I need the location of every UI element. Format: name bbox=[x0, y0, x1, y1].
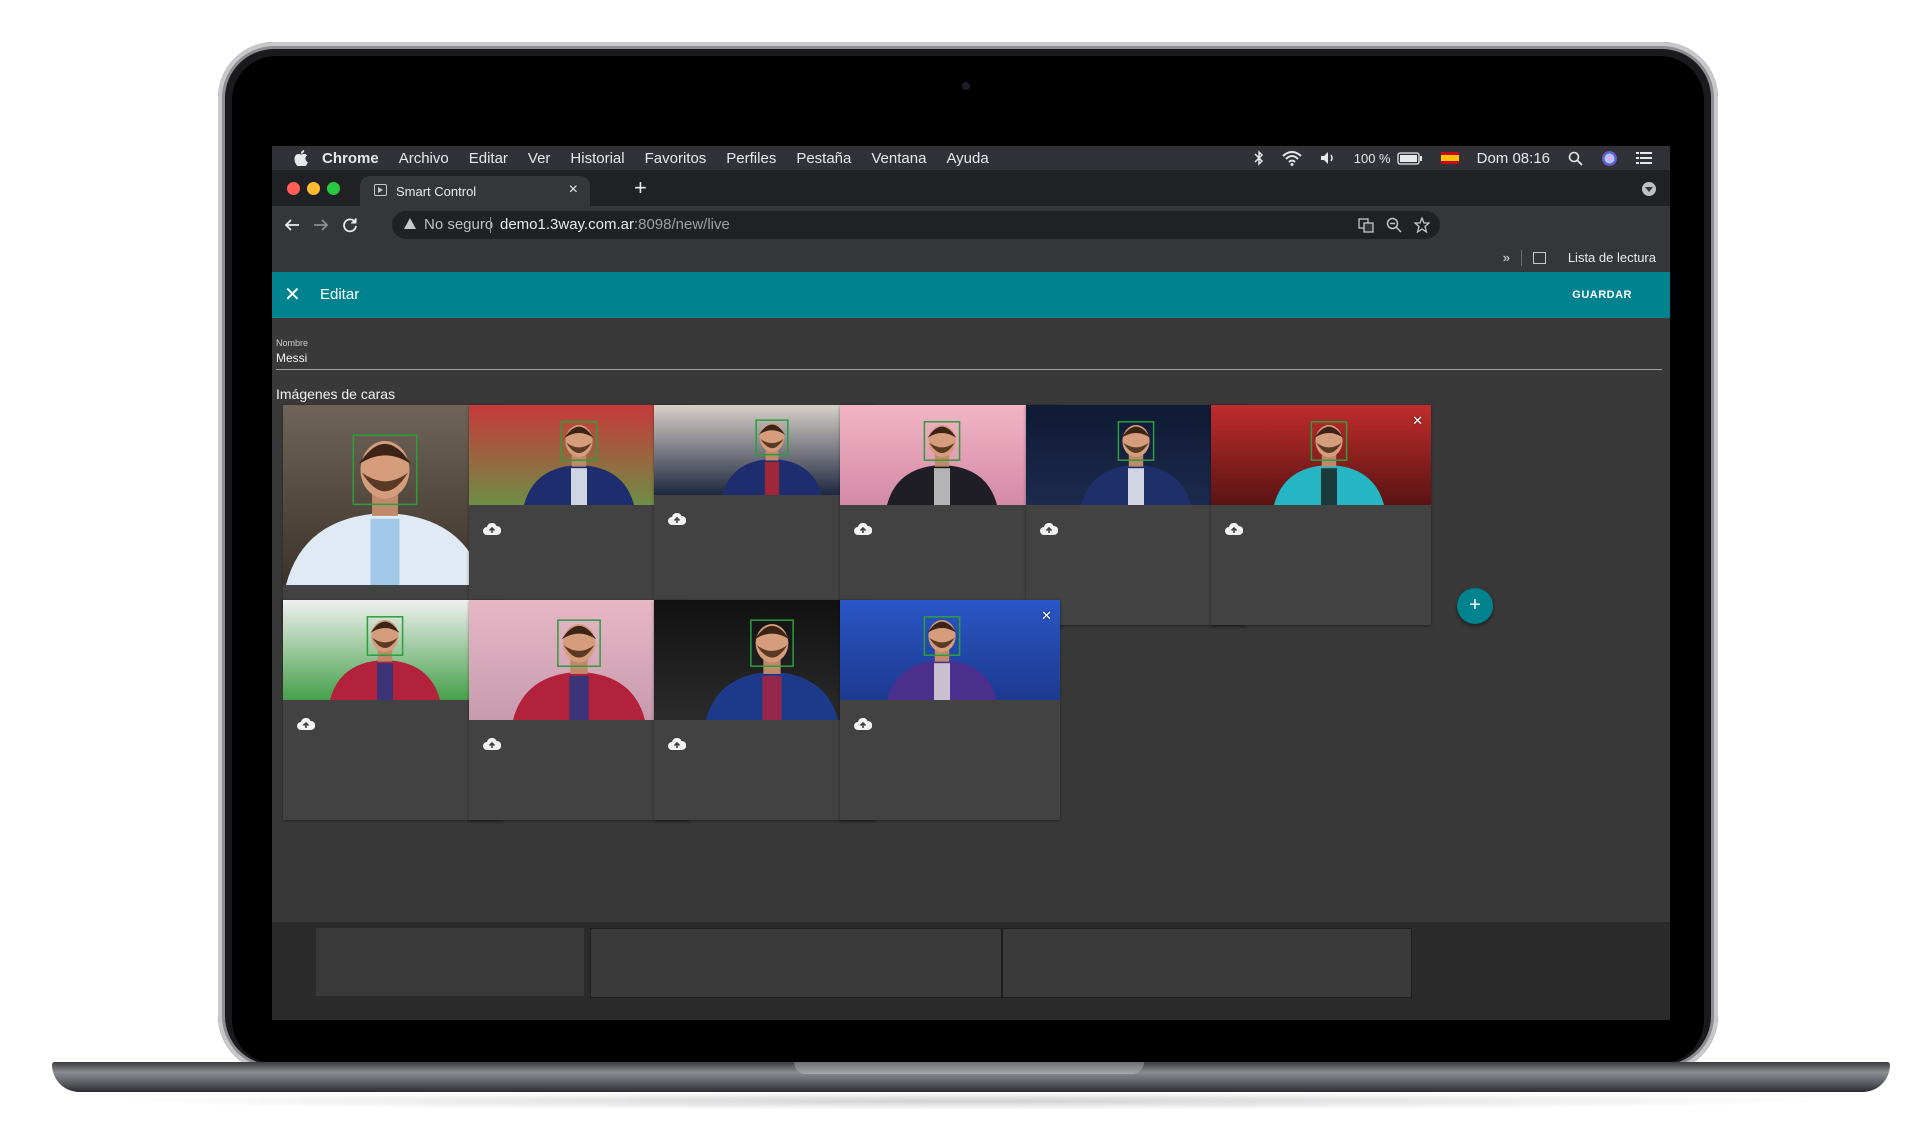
tab-strip: Smart Control × + bbox=[272, 170, 1670, 206]
background-panel bbox=[590, 928, 1002, 998]
background-panel bbox=[316, 928, 584, 996]
background-panel bbox=[1002, 928, 1412, 998]
tab-close-icon[interactable]: × bbox=[569, 181, 578, 199]
control-center-icon[interactable] bbox=[1636, 152, 1652, 164]
add-icon[interactable]: + bbox=[1457, 588, 1493, 624]
dialog-title: Editar bbox=[320, 286, 360, 303]
laptop-shadow bbox=[90, 1092, 1850, 1110]
upload-icon[interactable] bbox=[854, 718, 872, 730]
bookmarks-bar: » Lista de lectura bbox=[272, 244, 1670, 272]
wifi-icon[interactable] bbox=[1282, 150, 1302, 166]
forward-icon[interactable] bbox=[313, 217, 329, 233]
save-button[interactable]: GUARDAR bbox=[1572, 289, 1632, 301]
name-field-label: Nombre bbox=[276, 338, 309, 348]
remove-image-icon[interactable]: ✕ bbox=[1041, 608, 1052, 624]
battery-percent: 100 % bbox=[1353, 150, 1391, 166]
upload-icon[interactable] bbox=[483, 523, 501, 535]
reading-list-icon[interactable] bbox=[1533, 252, 1546, 264]
reading-list-label[interactable]: Lista de lectura bbox=[1568, 250, 1656, 265]
menu-app-name[interactable]: Chrome bbox=[322, 150, 379, 167]
tab-title: Smart Control bbox=[396, 184, 477, 199]
bookmarks-overflow-button[interactable]: » bbox=[1503, 250, 1510, 265]
upload-icon[interactable] bbox=[1225, 523, 1243, 535]
section-title: Imágenes de caras bbox=[276, 386, 396, 402]
omnibox-separator bbox=[490, 217, 491, 233]
menu-favoritos[interactable]: Favoritos bbox=[645, 150, 707, 167]
menu-archivo[interactable]: Archivo bbox=[399, 150, 449, 167]
bookmarks-separator bbox=[1521, 250, 1522, 266]
edit-dialog: ✕ Editar GUARDAR Nombre Messi Imágenes d… bbox=[272, 272, 1670, 922]
tab-smart-control[interactable]: Smart Control × bbox=[360, 176, 590, 206]
url-host: demo1.3way.com.ar bbox=[500, 216, 634, 233]
menu-ventana[interactable]: Ventana bbox=[871, 150, 926, 167]
search-icon[interactable] bbox=[1568, 151, 1583, 166]
face-photo bbox=[1211, 405, 1431, 505]
upload-icon[interactable] bbox=[854, 523, 872, 535]
face-image-card[interactable]: ✕ bbox=[1211, 405, 1431, 625]
menu-editar[interactable]: Editar bbox=[469, 150, 508, 167]
menu-perfiles[interactable]: Perfiles bbox=[726, 150, 776, 167]
tab-search-icon[interactable] bbox=[1642, 182, 1656, 196]
laptop-notch bbox=[794, 1062, 1144, 1074]
warning-icon[interactable] bbox=[404, 218, 416, 229]
volume-icon[interactable] bbox=[1320, 151, 1336, 165]
window-close-button[interactable] bbox=[287, 182, 300, 195]
face-image-card[interactable]: ✕ bbox=[840, 600, 1060, 820]
translate-icon[interactable] bbox=[1358, 217, 1374, 233]
tab-favicon-icon bbox=[374, 184, 387, 196]
bluetooth-icon[interactable] bbox=[1254, 150, 1264, 166]
camera bbox=[962, 82, 970, 90]
upload-icon[interactable] bbox=[668, 738, 686, 750]
flag-icon[interactable] bbox=[1440, 152, 1459, 164]
star-icon[interactable] bbox=[1414, 217, 1430, 233]
upload-icon[interactable] bbox=[1040, 523, 1058, 535]
name-field[interactable]: Messi bbox=[276, 351, 307, 365]
upload-icon[interactable] bbox=[668, 513, 686, 525]
app-bar: ✕ Editar GUARDAR bbox=[272, 272, 1670, 318]
status-area: 100 % Dom 08:16 bbox=[1254, 146, 1670, 170]
url-text[interactable]: demo1.3way.com.ar:8098/new/live bbox=[500, 216, 730, 233]
reload-icon[interactable] bbox=[342, 217, 358, 233]
browser-toolbar: No seguro demo1.3way.com.ar:8098/new/liv… bbox=[272, 206, 1670, 244]
menu-ver[interactable]: Ver bbox=[528, 150, 551, 167]
window-zoom-button[interactable] bbox=[327, 182, 340, 195]
face-photo bbox=[840, 600, 1060, 700]
menu-ayuda[interactable]: Ayuda bbox=[946, 150, 988, 167]
window-minimize-button[interactable] bbox=[307, 182, 320, 195]
security-label[interactable]: No seguro bbox=[424, 216, 493, 233]
new-tab-button[interactable]: + bbox=[634, 175, 647, 201]
zoom-icon[interactable] bbox=[1386, 217, 1402, 233]
menu-pestana[interactable]: Pestaña bbox=[796, 150, 851, 167]
clock[interactable]: Dom 08:16 bbox=[1477, 150, 1550, 167]
back-icon[interactable] bbox=[284, 217, 300, 233]
url-path: :8098/new/live bbox=[633, 216, 730, 233]
background-page bbox=[272, 922, 1670, 1020]
close-icon[interactable]: ✕ bbox=[284, 282, 301, 307]
battery-icon[interactable] bbox=[1396, 151, 1423, 165]
menu-historial[interactable]: Historial bbox=[570, 150, 624, 167]
upload-icon[interactable] bbox=[297, 718, 315, 730]
upload-icon[interactable] bbox=[483, 738, 501, 750]
siri-icon[interactable] bbox=[1601, 150, 1618, 167]
apple-icon[interactable] bbox=[294, 150, 308, 166]
screen: Chrome Archivo Editar Ver Historial Favo… bbox=[272, 146, 1670, 1020]
address-bar[interactable]: No seguro demo1.3way.com.ar:8098/new/liv… bbox=[392, 211, 1440, 239]
name-field-underline bbox=[276, 369, 1662, 370]
remove-image-icon[interactable]: ✕ bbox=[1412, 413, 1423, 429]
menu-bar: Chrome Archivo Editar Ver Historial Favo… bbox=[272, 146, 1670, 170]
